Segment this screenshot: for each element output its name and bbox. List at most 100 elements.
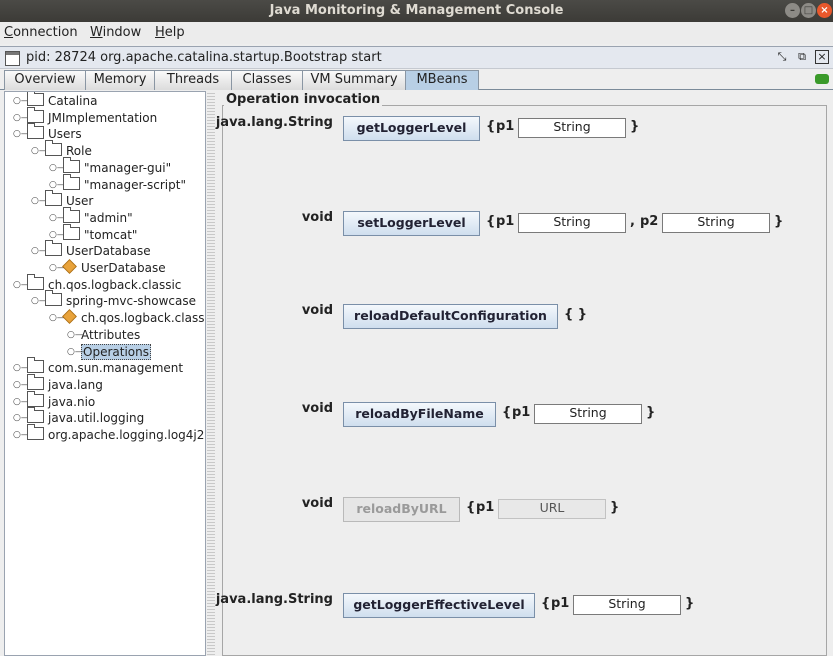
tree-expand-handle-icon[interactable]: ○— <box>67 327 84 343</box>
tab-memory[interactable]: Memory <box>85 70 155 90</box>
param-input-field[interactable]: String <box>518 213 626 233</box>
tab-vm-summary[interactable]: VM Summary <box>302 70 406 90</box>
tree-node-label: "tomcat" <box>84 227 138 242</box>
frame-window-icon <box>5 51 20 66</box>
tab-mbeans[interactable]: MBeans <box>405 70 479 90</box>
folder-icon <box>27 92 44 106</box>
params-close-brace: } <box>610 500 620 515</box>
param-input-field[interactable]: String <box>518 118 626 138</box>
param-name-label: p1 <box>476 500 495 515</box>
tab-threads[interactable]: Threads <box>154 70 232 90</box>
tree-node[interactable]: ○— "tomcat" <box>49 223 138 243</box>
tree-node[interactable]: ○— Users <box>13 123 82 142</box>
tree-node-label: Users <box>48 127 82 142</box>
maximize-icon[interactable]: □ <box>801 3 816 18</box>
tree-node[interactable]: ○— "admin" <box>49 206 133 226</box>
params-close-brace: } <box>630 119 640 134</box>
frame-close-icon[interactable]: × <box>815 50 829 64</box>
menu-connection[interactable]: Connection <box>4 25 78 40</box>
params-open-brace: { <box>486 214 496 229</box>
tree-node[interactable]: ○— com.sun.management <box>13 357 184 376</box>
minimize-icon[interactable]: – <box>785 3 800 18</box>
tree-expand-handle-icon[interactable]: ○— <box>13 126 30 142</box>
tree-expand-handle-icon[interactable]: ○— <box>49 160 66 176</box>
tree-node[interactable]: ○— UserDatabase <box>49 259 166 276</box>
tree-node[interactable]: ○— java.lang <box>13 373 103 393</box>
tree-node-label: "manager-gui" <box>84 160 172 175</box>
tree-expand-handle-icon[interactable]: ○— <box>13 427 30 443</box>
tree-node[interactable]: ○— "manager-script" <box>49 173 186 193</box>
operation-button[interactable]: reloadDefaultConfiguration <box>343 304 558 329</box>
tree-expand-handle-icon[interactable]: ○— <box>49 310 66 326</box>
tree-node-label: java.nio <box>48 394 96 409</box>
param-input-field[interactable]: String <box>662 213 770 233</box>
tree-node[interactable]: ○— org.apache.logging.log4j2 <box>13 424 204 443</box>
operation-button[interactable]: reloadByFileName <box>343 402 496 427</box>
folder-icon <box>63 223 80 240</box>
tab-classes[interactable]: Classes <box>231 70 303 90</box>
folder-icon <box>27 407 44 424</box>
split-pane-divider[interactable] <box>207 91 215 656</box>
tree-expand-handle-icon[interactable]: ○— <box>13 110 30 126</box>
menu-help[interactable]: Help <box>155 25 185 40</box>
operation-button[interactable]: getLoggerEffectiveLevel <box>343 593 535 618</box>
close-icon[interactable]: × <box>817 3 832 18</box>
params-open-brace: { <box>486 119 496 134</box>
tree-node[interactable]: ○— java.util.logging <box>13 407 144 426</box>
return-type-label: void <box>301 210 333 225</box>
restore-icon[interactable]: ⧉ <box>795 50 809 64</box>
tree-node-label: ch.qos.logback.classic <box>48 277 182 292</box>
tree-node[interactable]: ○— JMImplementation <box>13 106 158 126</box>
tab-overview[interactable]: Overview <box>4 70 86 90</box>
operation-button[interactable]: reloadByURL <box>343 497 460 522</box>
folder-icon <box>27 390 44 407</box>
tree-expand-handle-icon[interactable]: ○— <box>13 410 30 426</box>
folder-icon <box>27 106 44 123</box>
tree-expand-handle-icon[interactable]: ○— <box>49 210 66 226</box>
folder-icon <box>63 173 80 190</box>
param-name-label: p1 <box>512 405 531 420</box>
params-brace: { } <box>564 307 588 322</box>
iconify-icon[interactable]: ⤡ <box>775 50 789 64</box>
tree-node[interactable]: ○— Catalina <box>13 92 97 109</box>
operation-button[interactable]: setLoggerLevel <box>343 211 480 236</box>
tree-node[interactable]: ○— "manager-gui" <box>49 156 172 176</box>
tree-node[interactable]: ○— Attributes <box>67 327 140 343</box>
param-input-field[interactable]: String <box>573 595 681 615</box>
window-title-bar: Java Monitoring & Management Console – □… <box>0 0 833 22</box>
params-open-brace: { <box>466 500 476 515</box>
tree-expand-handle-icon[interactable]: ○— <box>13 394 30 410</box>
params-close-brace: } <box>685 596 695 611</box>
tree-node-label: JMImplementation <box>48 110 158 125</box>
mbean-tree[interactable]: ○— Catalina ○— JMImplementation ○— Users ○— Rol… <box>4 91 206 656</box>
folder-icon <box>27 357 44 374</box>
tree-expand-handle-icon[interactable]: ○— <box>31 293 48 309</box>
tree-expand-handle-icon[interactable]: ○— <box>67 344 84 360</box>
tree-expand-handle-icon[interactable]: ○— <box>49 260 66 276</box>
operation-invocation-title: Operation invocation <box>224 92 383 107</box>
tab-bar: Overview Memory Threads Classes VM Summa… <box>0 70 833 90</box>
tree-node[interactable]: ○— ch.qos.logback.classi <box>49 309 206 326</box>
tree-expand-handle-icon[interactable]: ○— <box>31 243 48 259</box>
return-type-label: void <box>301 496 333 511</box>
tree-node[interactable]: ○— UserDatabase <box>31 240 151 259</box>
folder-icon <box>27 424 44 440</box>
tree-node[interactable]: ○— java.nio <box>13 390 96 410</box>
operation-button[interactable]: getLoggerLevel <box>343 116 480 141</box>
tree-node-label: ch.qos.logback.classi <box>81 311 206 326</box>
folder-icon <box>45 240 62 257</box>
tree-expand-handle-icon[interactable]: ○— <box>31 143 48 159</box>
tree-node[interactable]: ○— spring-mvc-showcase <box>31 290 196 309</box>
tree-expand-handle-icon[interactable]: ○— <box>13 360 30 376</box>
tree-node[interactable]: ○— Operations <box>67 343 151 360</box>
tree-expand-handle-icon[interactable]: ○— <box>13 277 30 293</box>
tree-node-label: com.sun.management <box>48 361 184 376</box>
tree-node-label: java.lang <box>48 377 103 392</box>
param-input-field: URL <box>498 499 606 519</box>
tree-expand-handle-icon[interactable]: ○— <box>13 93 30 109</box>
tree-expand-handle-icon[interactable]: ○— <box>31 193 48 209</box>
menu-window[interactable]: Window <box>90 25 141 40</box>
param-name-label: p1 <box>551 596 570 611</box>
tree-expand-handle-icon[interactable]: ○— <box>13 377 30 393</box>
param-input-field[interactable]: String <box>534 404 642 424</box>
